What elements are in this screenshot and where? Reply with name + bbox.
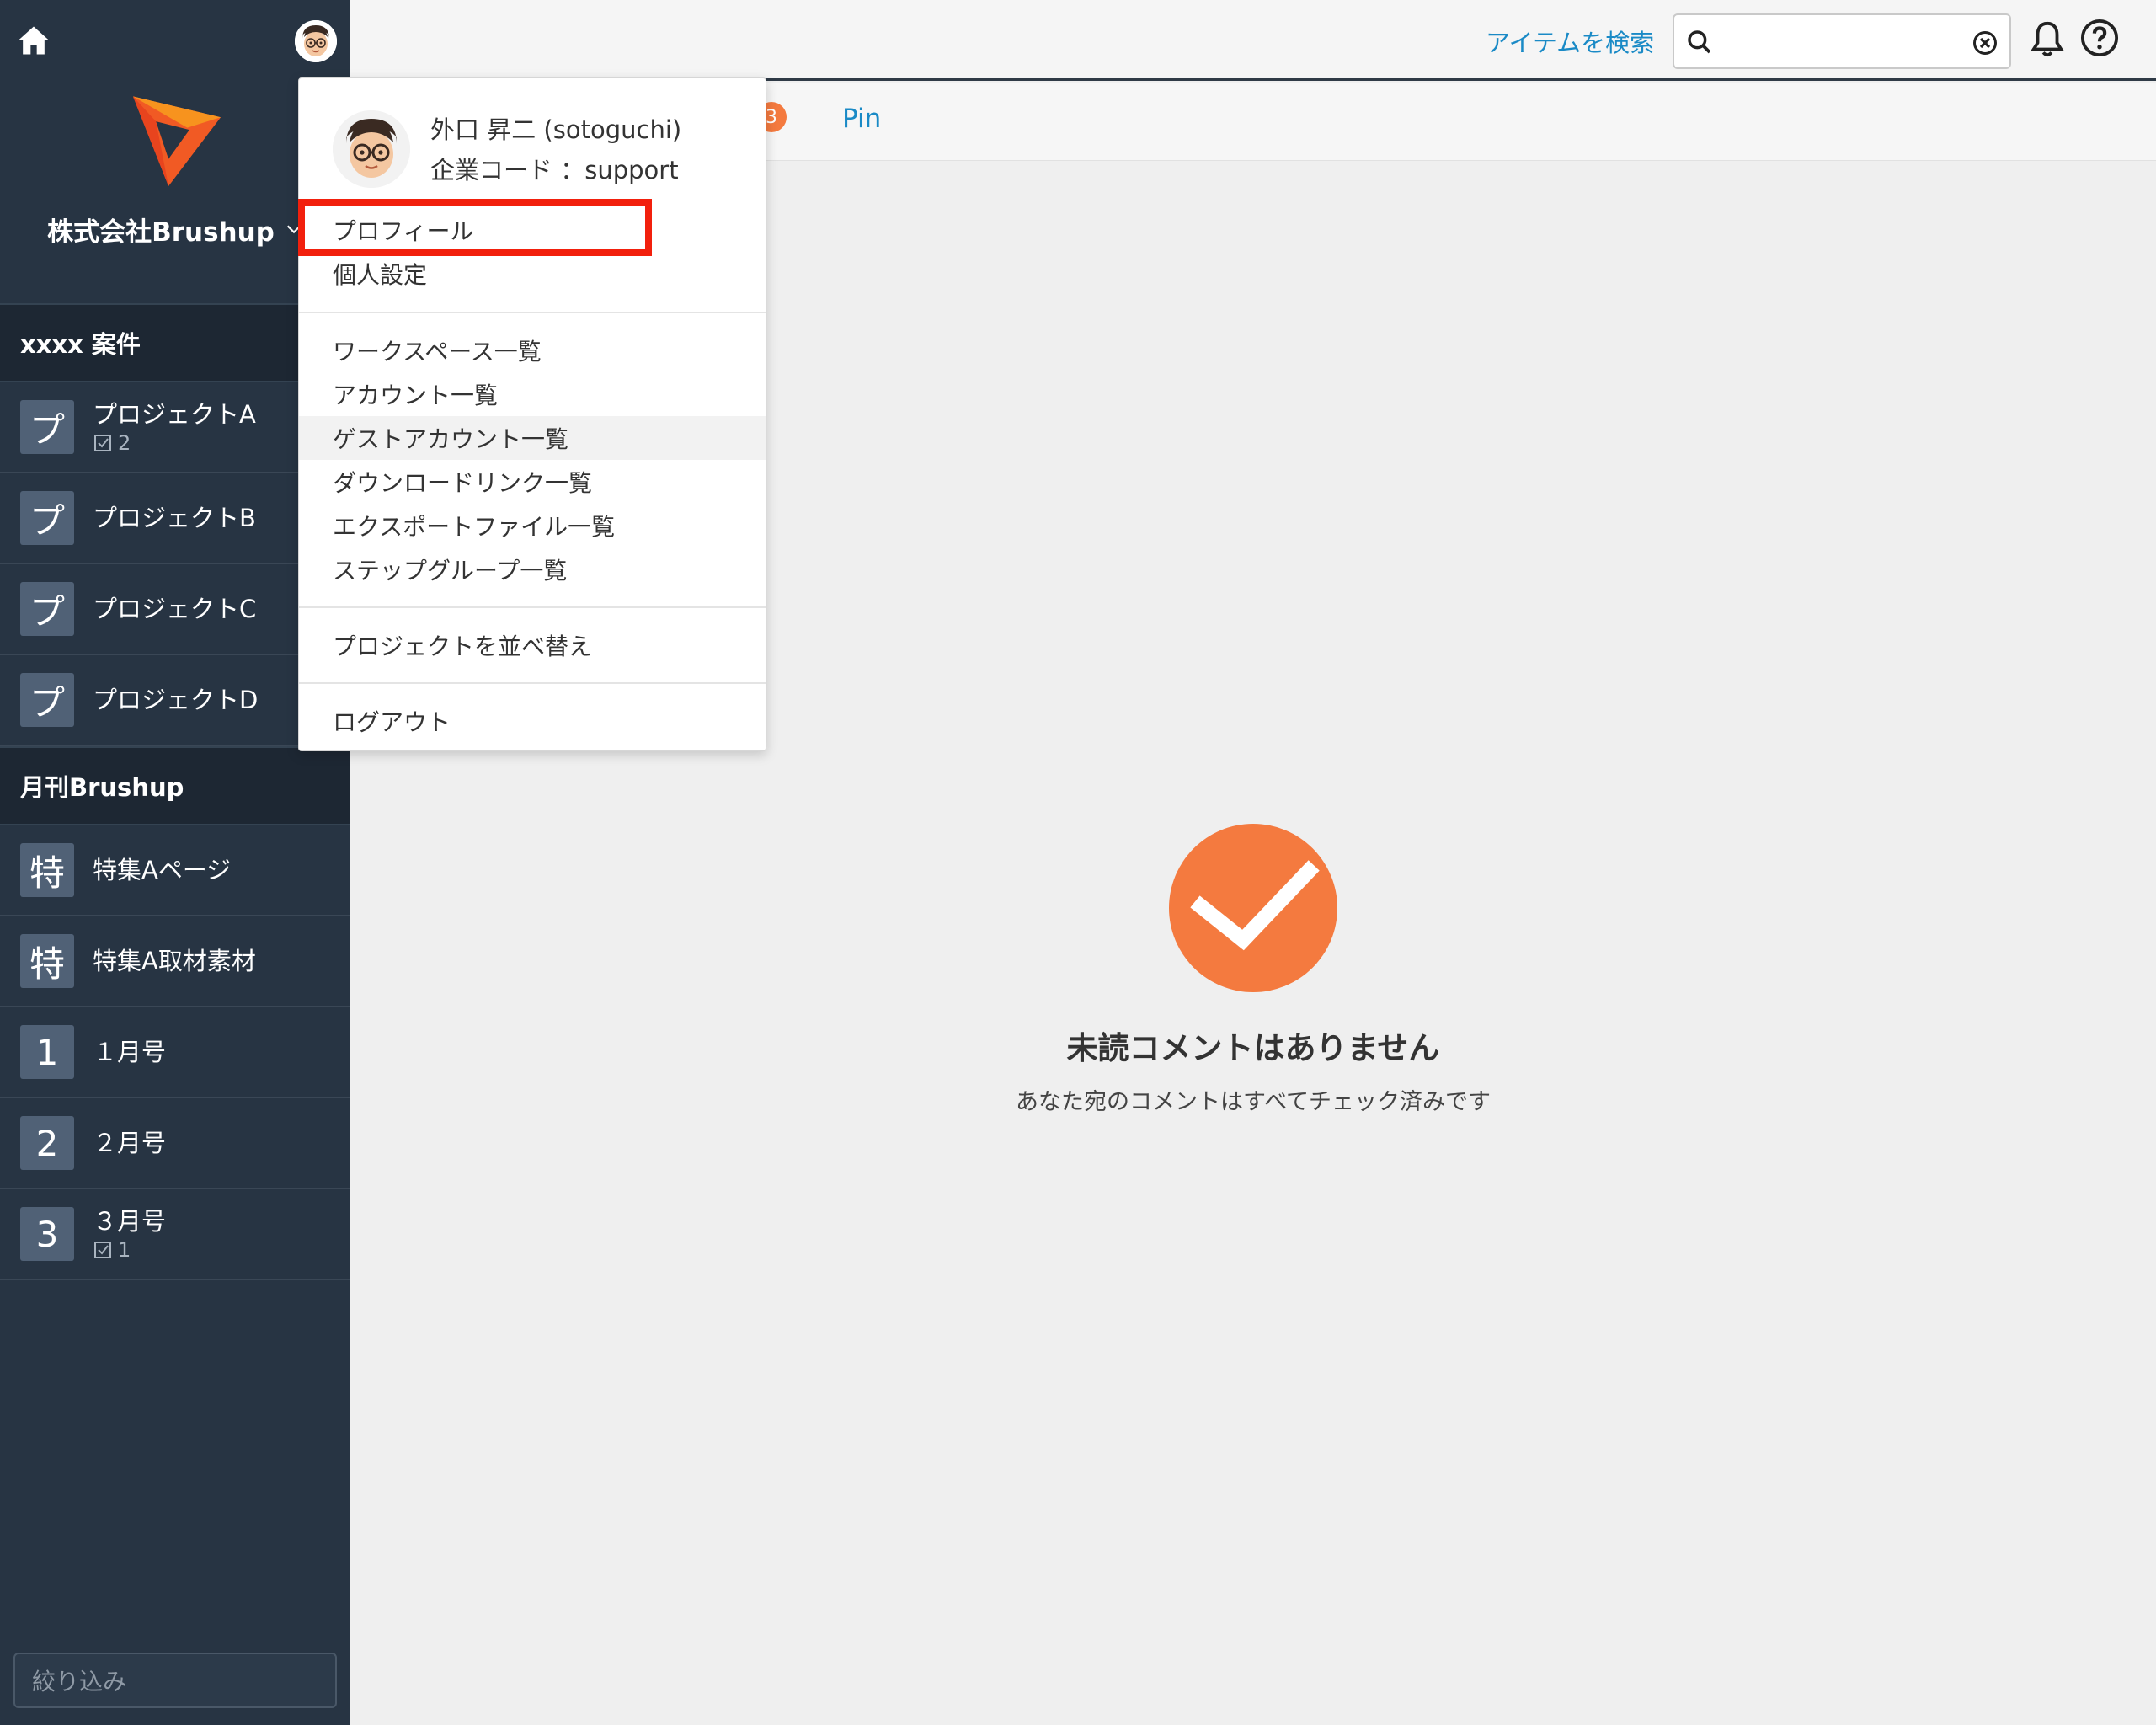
filter-input[interactable]: 絞り込み [13,1653,337,1708]
bell-icon[interactable] [2028,19,2067,61]
check-circle-icon [1169,824,1337,992]
user-menu: 外口 昇二 (sotoguchi) 企業コード ：support プロフィール … [298,77,766,751]
sidebar-item-march[interactable]: 3 ３月号 1 [0,1189,350,1280]
project-badge: 2 [20,1116,74,1170]
sidebar-item-february[interactable]: 2 ２月号 [0,1098,350,1189]
menu-divider [299,682,766,684]
project-badge: プ [20,673,74,727]
empty-state-subtitle: あなた宛のコメントはすべてチェック済みです [1015,1089,1492,1115]
task-count-value: 2 [118,431,131,455]
menu-divider [299,312,766,313]
task-count: 2 [93,431,256,455]
highlight-box [298,199,652,256]
sidebar-group-title[interactable]: 月刊Brushup [0,746,350,825]
top-bar: アイテムを検索 [350,0,2156,81]
menu-item-logout[interactable]: ログアウト [299,699,766,743]
sidebar-item-label: プロジェクトB [93,504,256,532]
checkbox-icon [94,1242,111,1258]
tab-pin[interactable]: Pin [842,104,881,134]
project-badge: 特 [20,843,74,897]
sidebar-group-2: 月刊Brushup 特 特集Aページ 特 特集A取材素材 1 １月号 2 ２月号… [0,746,350,1280]
project-badge: 特 [20,934,74,988]
search-items-link[interactable]: アイテムを検索 [1486,24,1654,59]
home-icon[interactable] [15,22,52,59]
empty-state-title: 未読コメントはありません [1066,1030,1440,1066]
clear-icon[interactable] [1972,30,1998,56]
checkbox-icon [94,435,111,451]
menu-divider [299,606,766,608]
project-badge: プ [20,400,74,454]
filter-placeholder: 絞り込み [32,1668,127,1696]
search-icon [1688,30,1711,54]
menu-item-account-list[interactable]: アカウント一覧 [299,372,766,416]
menu-item-workspace-list[interactable]: ワークスペース一覧 [299,328,766,372]
sidebar-item-label: プロジェクトC [93,595,257,623]
project-badge: プ [20,491,74,545]
menu-item-export-file-list[interactable]: エクスポートファイル一覧 [299,504,766,547]
project-badge: 1 [20,1025,74,1079]
task-count: 1 [93,1238,166,1262]
sidebar-item-feature-a-page[interactable]: 特 特集Aページ [0,825,350,916]
menu-item-personal-settings[interactable]: 個人設定 [299,252,766,296]
project-badge: 3 [20,1207,74,1261]
company-name: 株式会社Brushup [47,216,275,248]
menu-item-download-link-list[interactable]: ダウンロードリンク一覧 [299,460,766,504]
sidebar-item-feature-a-materials[interactable]: 特 特集A取材素材 [0,916,350,1007]
company-code: 企業コード ：support [430,156,679,184]
help-icon[interactable] [2080,19,2119,57]
user-name: 外口 昇二 (sotoguchi) [430,115,682,144]
sidebar-item-label: １月号 [93,1038,167,1066]
sidebar-item-label: ２月号 [93,1129,167,1157]
sidebar-item-label: ３月号 [93,1207,167,1236]
sidebar-item-january[interactable]: 1 １月号 [0,1007,350,1098]
menu-item-reorder-projects[interactable]: プロジェクトを並べ替え [299,623,766,667]
user-menu-avatar [333,110,410,188]
menu-item-guest-account-list[interactable]: ゲストアカウント一覧 [299,416,766,460]
sidebar-item-label: プロジェクトD [93,686,259,714]
menu-item-step-group-list[interactable]: ステップグループ一覧 [299,547,766,591]
task-count-value: 1 [118,1238,131,1262]
brushup-logo [132,96,221,187]
project-badge: プ [20,582,74,636]
search-input[interactable] [1673,13,2011,69]
sidebar-item-label: プロジェクトA [93,400,256,429]
user-avatar-button[interactable] [295,20,337,62]
sidebar-item-label: 特集A取材素材 [93,947,256,975]
sidebar-item-label: 特集Aページ [93,856,232,884]
